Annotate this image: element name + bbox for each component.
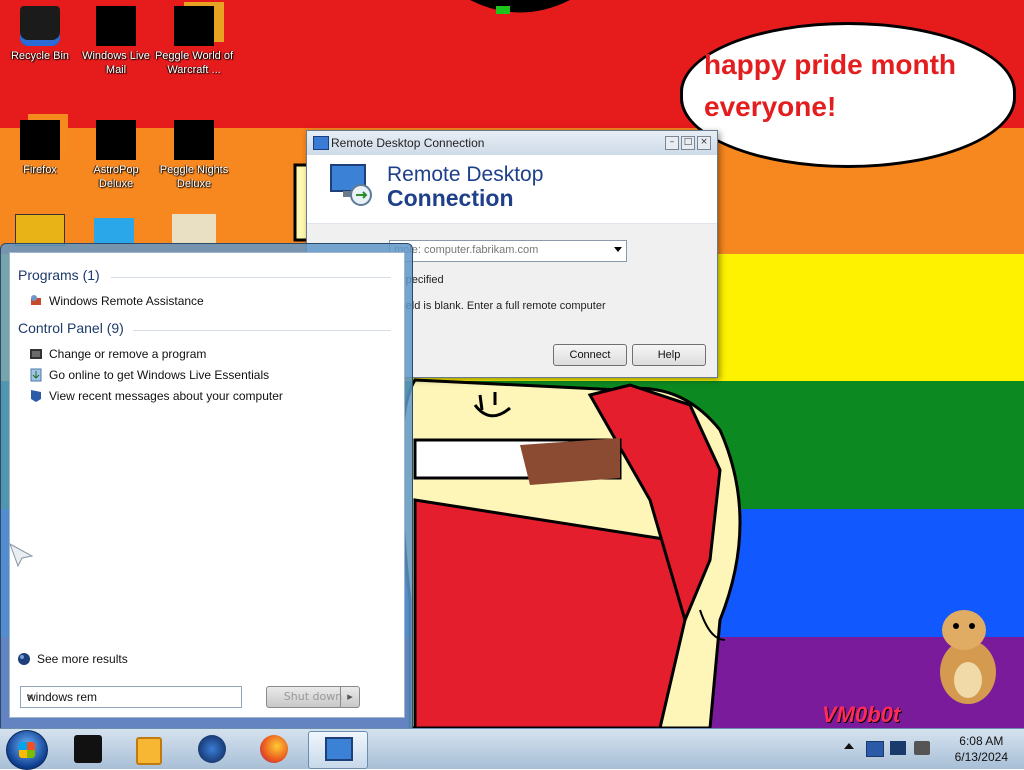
close-button[interactable]: × [697,136,711,150]
search-input[interactable]: windows rem × [20,686,242,708]
see-more-results-label: See more results [37,652,128,666]
desktop-icon-label: AstroPop Deluxe [93,164,139,190]
shutdown-button-label: Shut down [283,690,343,703]
windows-logo-icon [19,742,35,758]
minimize-button[interactable]: – [665,136,679,150]
taskbar: 6:08 AM 6/13/2024 [0,728,1024,770]
desktop-icon-label: Windows Live Mail [82,50,150,76]
result-item-label: Windows Remote Assistance [49,294,204,308]
shutdown-button[interactable]: Shut down ▸ [266,686,360,708]
desktop-icon-astropop-deluxe[interactable]: AstroPop Deluxe [76,120,156,191]
app-icon [74,735,102,763]
window-title: Remote Desktop Connection [331,136,485,150]
astropop-icon [96,120,136,160]
desktop-icon-peggle-world-of-warcraft[interactable]: Peggle World of Warcraft ... [154,6,234,77]
desktop-icon-partial[interactable] [172,214,216,244]
divider [111,277,391,278]
show-hidden-icons-button[interactable] [844,743,854,749]
start-button[interactable] [6,730,48,770]
divider [133,330,391,331]
peggle-wow-icon [174,6,214,46]
media-player-icon [136,737,162,765]
result-item-label: View recent messages about your computer [49,389,283,403]
mouse-cursor-icon [9,542,34,568]
desktop-icon-firefox[interactable]: Firefox [0,120,80,177]
remote-desktop-icon [325,737,353,761]
chevron-down-icon[interactable] [614,247,622,252]
maximize-button[interactable]: □ [681,136,695,150]
remote-desktop-icon [330,164,372,206]
clock-date: 6/13/2024 [954,750,1008,764]
tray-icon-network[interactable] [890,741,906,755]
desktop-icon-recycle-bin[interactable]: Recycle Bin [0,6,80,63]
windows-live-icon [198,735,226,763]
computer-combobox-placeholder: mple: computer.fabrikam.com [394,244,539,256]
tray-icon-monitor[interactable] [866,741,884,757]
peggle-nights-icon [174,120,214,160]
connect-button[interactable]: Connect [553,344,627,366]
desktop-icon-partial[interactable] [15,214,65,246]
control-panel-group-header[interactable]: Control Panel (9) [18,320,124,336]
desktop-icon-label: Firefox [23,164,57,176]
desktop-icon-label: Recycle Bin [10,50,70,62]
desktop-icon-windows-live-mail[interactable]: Windows Live Mail [76,6,156,77]
desktop-icon-label: Peggle Nights Deluxe [159,164,229,190]
clear-search-icon[interactable]: × [27,690,235,704]
taskbar-item-windows-live[interactable] [186,731,238,767]
download-icon [30,368,42,382]
remote-assistance-icon [31,295,41,305]
eye-icon [496,6,510,14]
result-item-label: Change or remove a program [49,347,207,361]
firefox-icon [260,735,288,763]
blank-field-note: e field is blank. Enter a full remote co… [391,300,606,312]
help-button[interactable]: Help [632,344,706,366]
taskbar-item-media-player[interactable] [122,731,174,767]
action-center-flag-icon [31,390,41,402]
programs-features-icon [30,349,42,359]
desktop-icon-label: Peggle World of Warcraft ... [154,50,234,76]
speech-bubble-text: happy pride month everyone! [704,49,956,122]
desktop-icon-partial[interactable] [94,218,134,244]
banner-title-line1: Remote Desktop [387,163,544,186]
taskbar-item-black-app[interactable] [62,731,114,767]
windows-live-mail-icon [96,6,136,46]
desktop-icon-peggle-nights-deluxe[interactable]: Peggle Nights Deluxe [154,120,234,191]
firefox-icon [20,120,60,160]
chevron-right-icon[interactable]: ▸ [340,687,359,707]
window-banner: Remote Desktop Connection [307,155,717,224]
result-item-label: Go online to get Windows Live Essentials [49,368,270,382]
taskbar-item-firefox[interactable] [248,731,300,767]
rdc-small-icon [313,136,329,150]
window-titlebar[interactable]: Remote Desktop Connection – □ × [307,131,717,155]
search-globe-icon [18,653,30,665]
hamster-icon [940,610,996,704]
clock-time: 6:08 AM [959,734,1004,748]
watermark-text: VM0b0t [822,702,901,727]
taskbar-item-remote-desktop[interactable] [308,731,368,769]
start-menu[interactable]: Programs (1) Windows Remote Assistance C… [0,243,413,730]
computer-combobox[interactable]: mple: computer.fabrikam.com [389,240,627,262]
banner-title-line2: Connection [387,185,514,211]
tray-icon-speaker[interactable] [914,741,930,755]
recycle-bin-icon [20,6,60,46]
system-clock[interactable]: 6:08 AM 6/13/2024 [955,733,1008,765]
programs-group-header[interactable]: Programs (1) [18,267,100,283]
